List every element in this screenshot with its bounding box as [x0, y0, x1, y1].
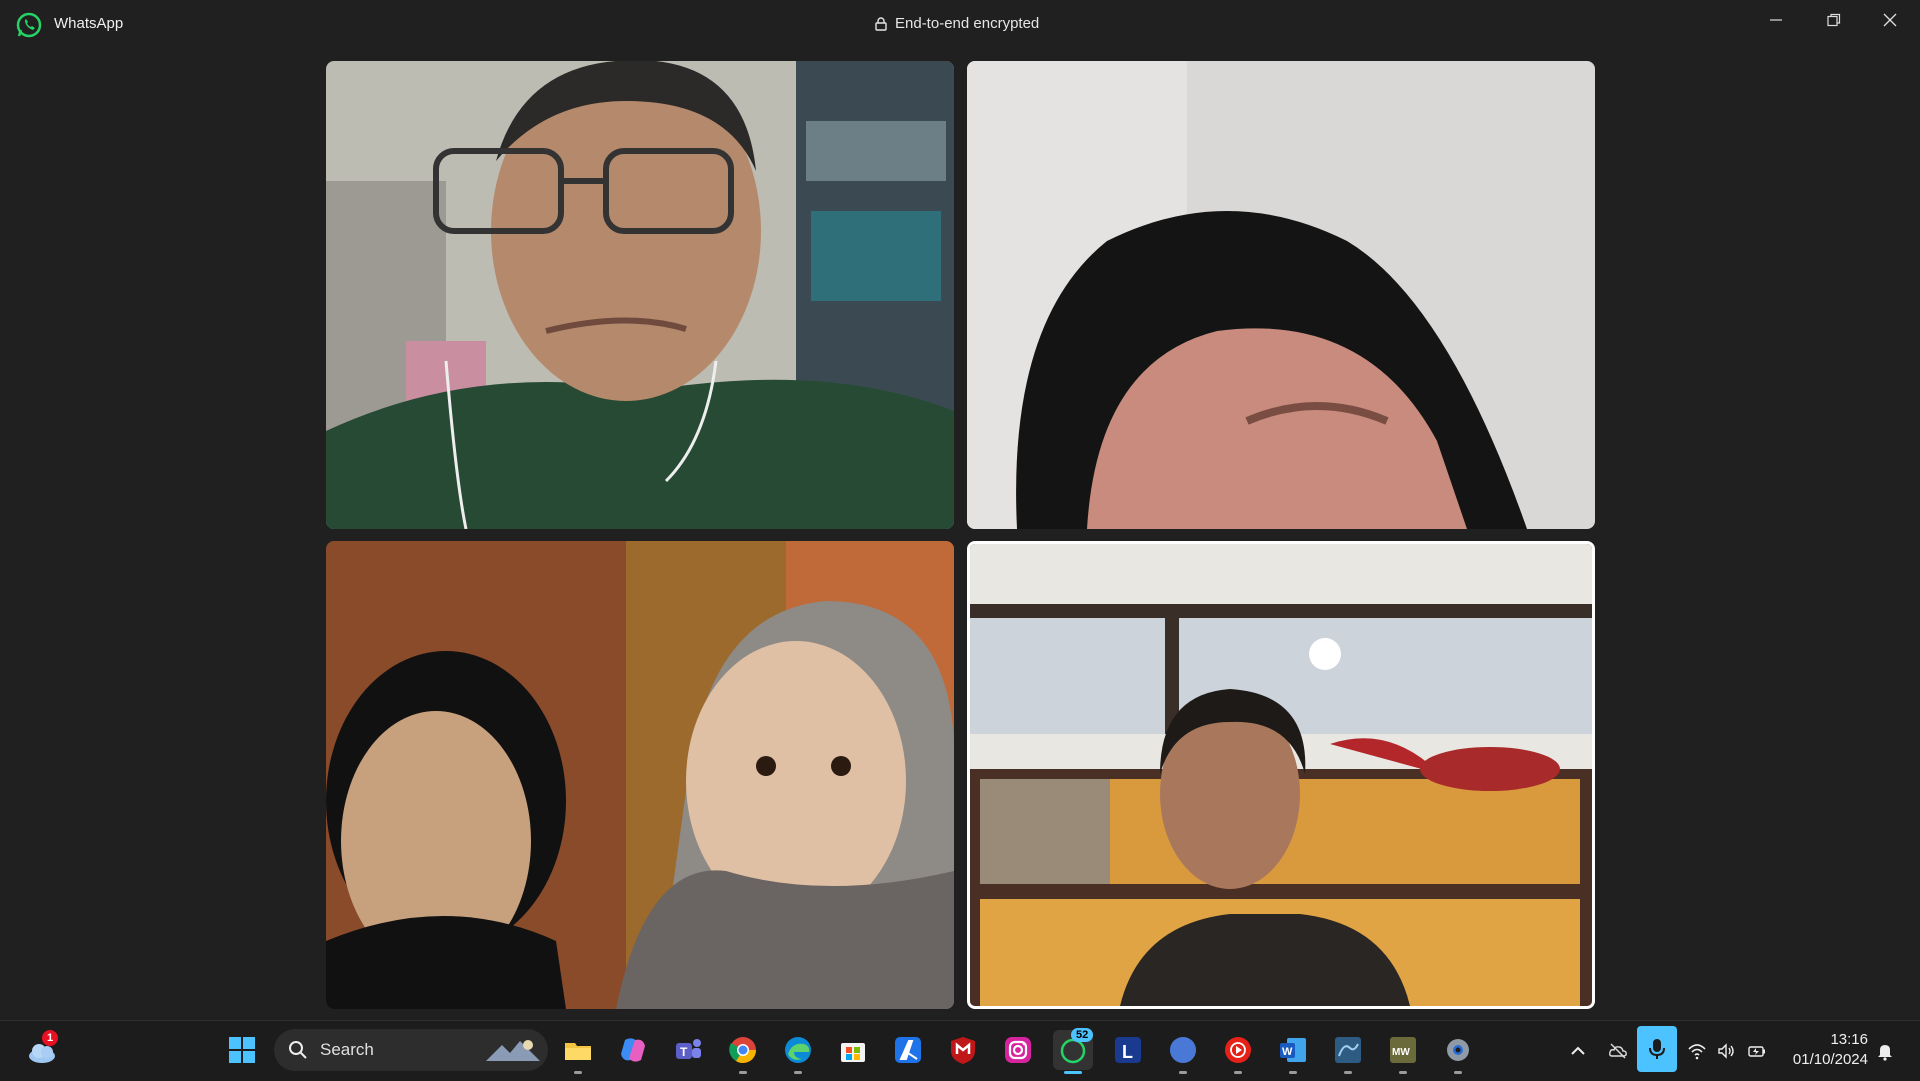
file-explorer-button[interactable] [558, 1030, 598, 1074]
restore-icon [1827, 13, 1841, 27]
search-label: Search [320, 1040, 374, 1059]
copilot-icon [621, 1038, 645, 1062]
taskbar-search-box[interactable]: Search [274, 1029, 548, 1071]
wifi-icon [1688, 1044, 1706, 1060]
whatsapp-logo-icon [16, 12, 42, 38]
copilot-button[interactable] [613, 1030, 653, 1070]
chrome-button[interactable] [723, 1030, 763, 1074]
search-icon [289, 1041, 307, 1059]
show-hidden-icons-button[interactable] [1567, 1040, 1589, 1062]
title-bar: WhatsApp End-to-end encrypted [0, 0, 1920, 50]
restore-button[interactable] [1806, 0, 1862, 40]
teams-button[interactable]: T [668, 1030, 708, 1070]
participant-video-tile-2[interactable] [967, 61, 1595, 529]
mcafee-button[interactable] [943, 1030, 983, 1070]
svg-text:L: L [1122, 1042, 1133, 1062]
settings-icon [1447, 1039, 1469, 1061]
volume-tray-button[interactable] [1715, 1040, 1737, 1062]
svg-text:T: T [680, 1045, 688, 1059]
notification-bell-icon [1878, 1045, 1892, 1061]
taskbar-clock[interactable]: 13:16 01/10/2024 [1780, 1030, 1868, 1070]
settings-button[interactable] [1438, 1030, 1478, 1074]
clock-time: 13:16 [1830, 1031, 1868, 1048]
microphone-icon [1649, 1039, 1665, 1059]
start-button[interactable] [222, 1030, 262, 1070]
instagram-button[interactable] [998, 1030, 1038, 1070]
participant-video-3 [326, 541, 954, 1009]
close-icon [1883, 13, 1897, 27]
app-title: WhatsApp [54, 15, 124, 32]
clock-date: 01/10/2024 [1792, 1051, 1868, 1068]
lock-icon [875, 16, 887, 31]
battery-charging-icon [1748, 1046, 1765, 1057]
encryption-label: End-to-end encrypted [895, 15, 1040, 32]
microsoft-store-button[interactable] [833, 1030, 873, 1070]
whatsapp-taskbar-button[interactable]: 52 [1053, 1028, 1094, 1074]
encryption-indicator: End-to-end encrypted [875, 15, 1039, 32]
speaker-icon [1718, 1043, 1734, 1059]
word-button[interactable]: W [1273, 1030, 1313, 1074]
notifications-button[interactable] [1874, 1040, 1896, 1062]
mysql-workbench-button[interactable] [1328, 1030, 1368, 1074]
app-a-icon [895, 1037, 921, 1063]
canva-icon [1170, 1037, 1196, 1063]
whatsapp-unread-badge: 52 [1071, 1028, 1094, 1042]
svg-text:MW: MW [1392, 1047, 1410, 1058]
store-icon [841, 1043, 865, 1062]
close-button[interactable] [1862, 0, 1918, 40]
app-a-button[interactable] [888, 1030, 928, 1070]
canva-button[interactable] [1163, 1030, 1203, 1074]
youtube-music-button[interactable] [1218, 1030, 1258, 1074]
mcafee-icon [951, 1037, 975, 1064]
onedrive-tray-button[interactable] [1607, 1040, 1629, 1062]
instagram-icon [1005, 1037, 1031, 1063]
weather-notification-badge: 1 [42, 1030, 58, 1046]
participant-video-2 [967, 61, 1595, 529]
participant-video-tile-3[interactable] [326, 541, 954, 1009]
windows-start-icon [229, 1037, 255, 1063]
minimize-button[interactable] [1748, 0, 1804, 40]
word-icon: W [1280, 1038, 1306, 1062]
mw-app-icon: MW [1390, 1037, 1416, 1063]
weather-widget[interactable]: 1 [22, 1030, 62, 1070]
search-highlight-icon [486, 1040, 540, 1061]
battery-tray-button[interactable] [1746, 1040, 1768, 1062]
svg-text:W: W [1282, 1046, 1293, 1058]
wifi-tray-button[interactable] [1686, 1040, 1708, 1062]
youtube-music-icon [1225, 1037, 1251, 1063]
edge-icon [785, 1037, 811, 1063]
file-explorer-icon [565, 1043, 591, 1060]
mysql-workbench-icon [1335, 1037, 1361, 1063]
cloud-offline-icon [1609, 1043, 1627, 1059]
participant-video-1 [326, 61, 954, 529]
chrome-icon [729, 1037, 757, 1064]
participant-video-tile-4-active-speaker[interactable] [967, 541, 1595, 1009]
participant-video-4 [970, 544, 1592, 1006]
l-app-icon: L [1115, 1037, 1141, 1063]
mw-app-button[interactable]: MW [1383, 1030, 1423, 1074]
participant-video-tile-1[interactable] [326, 61, 954, 529]
teams-icon: T [676, 1039, 701, 1059]
edge-button[interactable] [778, 1030, 818, 1074]
minimize-icon [1770, 19, 1782, 21]
microphone-in-use-button[interactable] [1637, 1026, 1677, 1072]
chevron-up-icon [1571, 1046, 1585, 1055]
l-app-button[interactable]: L [1108, 1030, 1148, 1070]
